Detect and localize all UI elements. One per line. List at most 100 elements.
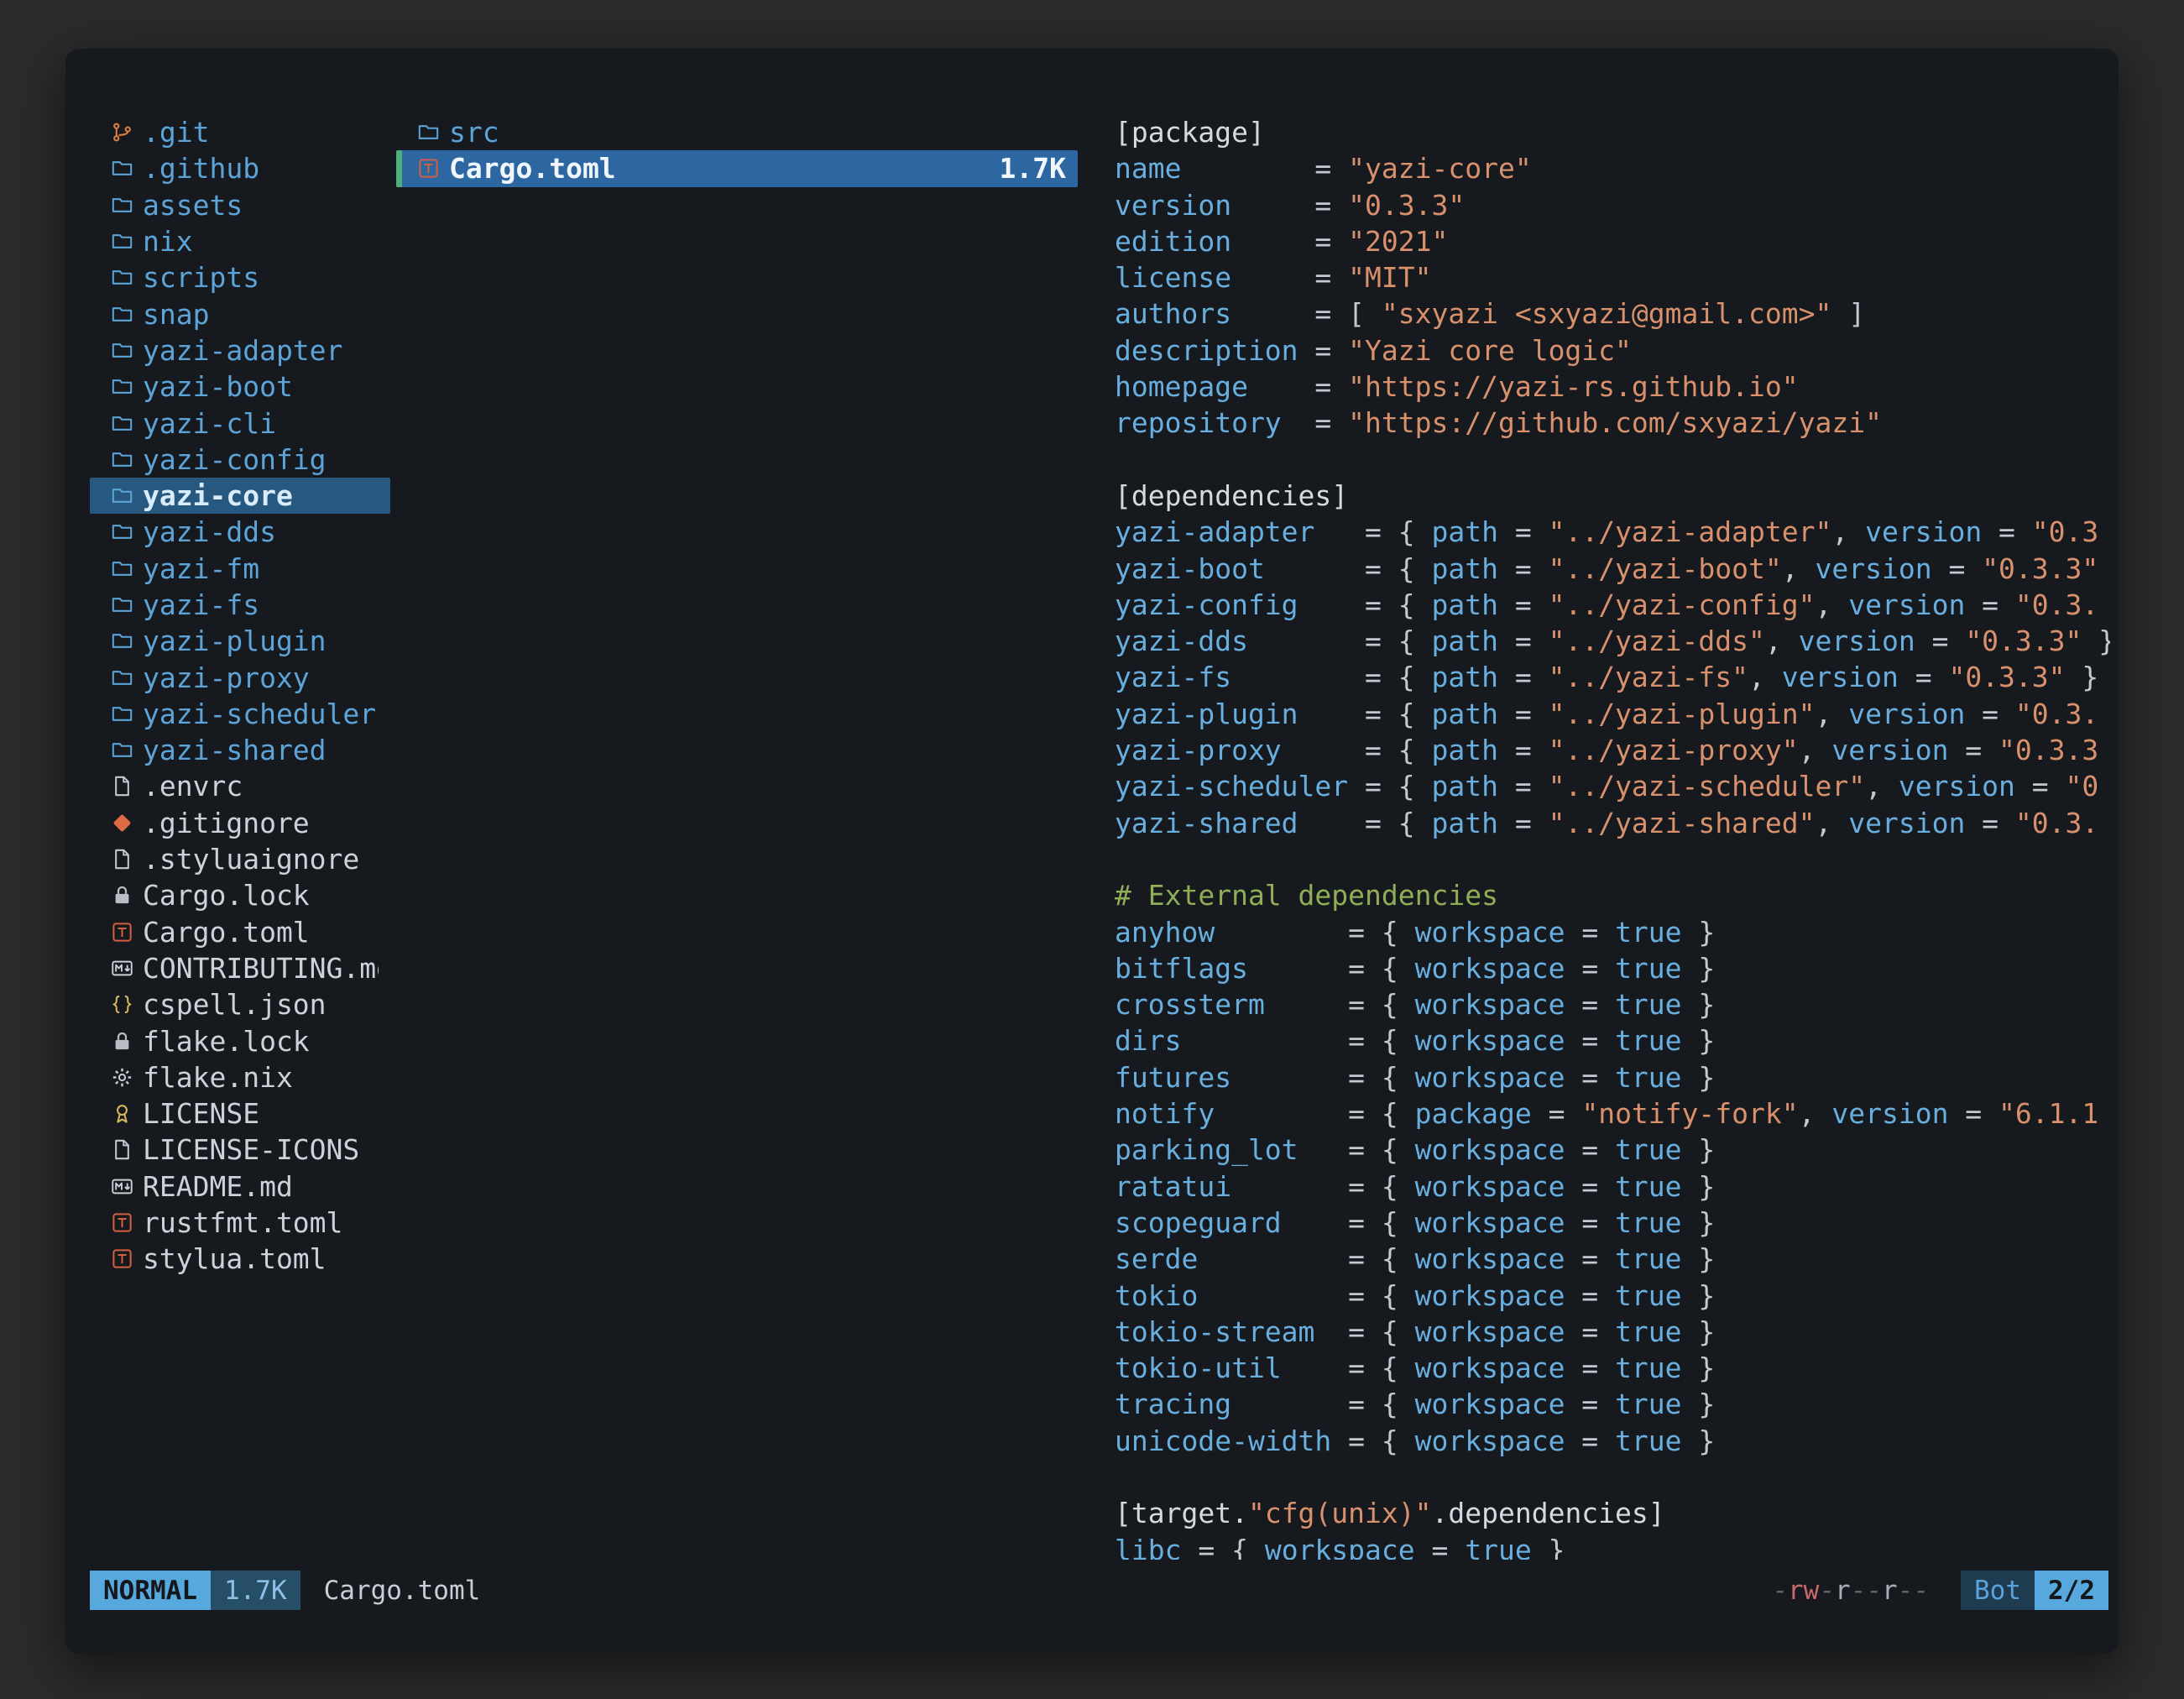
file-name-label: yazi-dds xyxy=(143,515,276,548)
file-name-label: Cargo.lock xyxy=(143,879,310,912)
code-line: libc = { workspace = true } xyxy=(1115,1532,2110,1560)
file-list-item[interactable]: Cargo.toml 1.7K xyxy=(396,150,1078,186)
folder-icon xyxy=(108,484,135,507)
diamond-icon xyxy=(108,812,135,834)
file-list-item[interactable]: .styluaignore xyxy=(90,841,390,877)
file-icon xyxy=(108,775,135,797)
file-name-label: yazi-core xyxy=(143,479,293,512)
scroll-position-badge: Bot xyxy=(1961,1571,2035,1610)
code-line: anyhow = { workspace = true } xyxy=(1115,914,2110,950)
code-line: license = "MIT" xyxy=(1115,259,2110,295)
code-line: [dependencies] xyxy=(1115,478,2110,514)
file-list-item[interactable]: Cargo.toml xyxy=(90,914,390,950)
folder-icon xyxy=(108,339,135,362)
file-name-label: .styluaignore xyxy=(143,843,359,876)
file-icon xyxy=(108,848,135,870)
file-list-item[interactable]: .envrc xyxy=(90,768,390,804)
parent-pane[interactable]: .git .github assets nix xyxy=(90,114,390,1278)
file-name-label: assets xyxy=(143,189,243,222)
toml-icon xyxy=(108,921,135,944)
toml-icon xyxy=(108,1211,135,1234)
folder-icon xyxy=(108,630,135,652)
file-list-item[interactable]: yazi-plugin xyxy=(90,623,390,659)
file-list-item[interactable]: LICENSE xyxy=(90,1095,390,1132)
code-line: homepage = "https://yazi-rs.github.io" xyxy=(1115,369,2110,405)
file-list-item[interactable]: yazi-fm xyxy=(90,551,390,587)
folder-icon xyxy=(108,375,135,398)
code-line: bitflags = { workspace = true } xyxy=(1115,950,2110,986)
file-list-item[interactable]: scripts xyxy=(90,259,390,295)
code-line: yazi-shared = { path = "../yazi-shared",… xyxy=(1115,805,2110,841)
file-list-item[interactable]: yazi-dds xyxy=(90,514,390,550)
code-line xyxy=(1115,442,2110,478)
file-list-item[interactable]: .gitignore xyxy=(90,805,390,841)
file-name-label: Cargo.toml xyxy=(143,916,310,949)
code-line: yazi-plugin = { path = "../yazi-plugin",… xyxy=(1115,696,2110,732)
file-list-item[interactable]: .github xyxy=(90,150,390,186)
file-list-item[interactable]: cspell.json xyxy=(90,986,390,1022)
file-name-label: .gitignore xyxy=(143,807,310,839)
file-name-label: yazi-fm xyxy=(143,552,259,585)
file-name-label: LICENSE xyxy=(143,1097,259,1130)
file-list-item[interactable]: src xyxy=(396,114,1078,150)
file-list-item[interactable]: snap xyxy=(90,295,390,332)
gear-icon xyxy=(108,1066,135,1089)
code-line: [target."cfg(unix)".dependencies] xyxy=(1115,1495,2110,1531)
folder-icon xyxy=(108,266,135,289)
code-line: scopeguard = { workspace = true } xyxy=(1115,1205,2110,1241)
code-line xyxy=(1115,1459,2110,1495)
file-list-item[interactable]: yazi-fs xyxy=(90,587,390,623)
file-list-item[interactable]: .git xyxy=(90,114,390,150)
folder-icon xyxy=(108,303,135,326)
code-line: parking_lot = { workspace = true } xyxy=(1115,1132,2110,1168)
file-list-item[interactable]: flake.nix xyxy=(90,1059,390,1095)
json-icon xyxy=(108,993,135,1016)
file-name-label: yazi-config xyxy=(143,443,327,476)
file-list-item[interactable]: LICENSE-ICONS xyxy=(90,1132,390,1168)
code-line: yazi-fs = { path = "../yazi-fs", version… xyxy=(1115,659,2110,695)
status-bar: NORMAL 1.7K Cargo.toml -rw-r--r-- Bot 2/… xyxy=(90,1571,2108,1610)
folder-icon xyxy=(108,412,135,435)
toml-icon xyxy=(415,157,442,180)
code-line: tokio-util = { workspace = true } xyxy=(1115,1350,2110,1386)
preview-pane[interactable]: [package] name = "yazi-core" version = "… xyxy=(1115,114,2110,1560)
file-name-label: README.md xyxy=(143,1170,293,1203)
file-list-item[interactable]: assets xyxy=(90,187,390,223)
code-line: # External dependencies xyxy=(1115,877,2110,913)
file-list-item[interactable]: stylua.toml xyxy=(90,1241,390,1277)
file-name-label: nix xyxy=(143,225,193,258)
folder-icon xyxy=(108,667,135,689)
code-line: yazi-config = { path = "../yazi-config",… xyxy=(1115,587,2110,623)
file-list-item[interactable]: yazi-scheduler xyxy=(90,696,390,732)
git-icon xyxy=(108,121,135,144)
file-list-item[interactable]: yazi-proxy xyxy=(90,659,390,695)
current-pane[interactable]: src Cargo.toml 1.7K xyxy=(396,114,1078,187)
terminal-window: .git .github assets nix xyxy=(65,49,2119,1654)
file-name-label: Cargo.toml xyxy=(449,152,616,185)
code-line: tokio-stream = { workspace = true } xyxy=(1115,1314,2110,1350)
folder-icon xyxy=(108,520,135,543)
file-name-label: yazi-shared xyxy=(143,734,327,766)
file-list-item[interactable]: yazi-core xyxy=(90,478,390,514)
file-list-item[interactable]: flake.lock xyxy=(90,1022,390,1059)
file-list-item[interactable]: yazi-config xyxy=(90,442,390,478)
file-list-item[interactable]: yazi-boot xyxy=(90,369,390,405)
file-name-label: yazi-fs xyxy=(143,588,259,621)
mode-indicator: NORMAL xyxy=(90,1571,211,1610)
code-line: dirs = { workspace = true } xyxy=(1115,1022,2110,1059)
file-size-badge: 1.7K xyxy=(211,1571,300,1610)
file-list-item[interactable]: rustfmt.toml xyxy=(90,1205,390,1241)
file-list-item[interactable]: yazi-adapter xyxy=(90,332,390,369)
file-name-label: yazi-plugin xyxy=(143,625,327,657)
file-name-label: flake.nix xyxy=(143,1061,293,1094)
folder-icon xyxy=(108,593,135,616)
file-list-item[interactable]: Cargo.lock xyxy=(90,877,390,913)
file-list-item[interactable]: yazi-shared xyxy=(90,732,390,768)
code-line: yazi-scheduler = { path = "../yazi-sched… xyxy=(1115,768,2110,804)
file-list-item[interactable]: yazi-cli xyxy=(90,405,390,441)
folder-icon xyxy=(108,194,135,217)
file-list-item[interactable]: README.md xyxy=(90,1168,390,1205)
file-list-item[interactable]: nix xyxy=(90,223,390,259)
file-name-label: .envrc xyxy=(143,770,243,802)
file-list-item[interactable]: CONTRIBUTING.md xyxy=(90,950,390,986)
